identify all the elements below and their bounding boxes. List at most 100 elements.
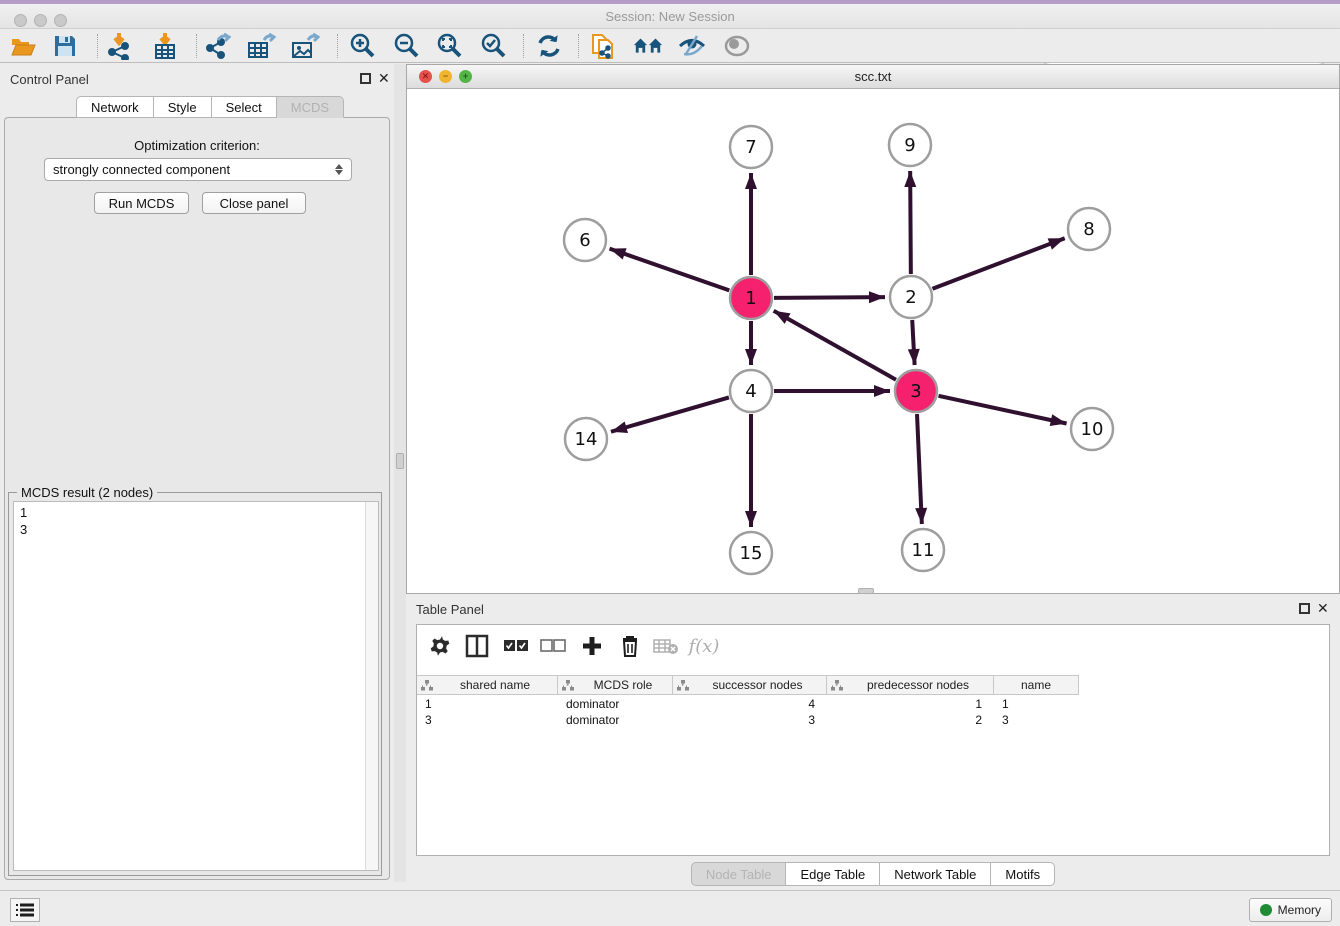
toolbar-separator bbox=[523, 34, 524, 58]
cell-shared-name[interactable]: 1 bbox=[417, 696, 558, 712]
graph-node-1[interactable]: 1 bbox=[730, 277, 772, 319]
open-session-icon[interactable] bbox=[8, 32, 38, 60]
trash-icon[interactable] bbox=[615, 631, 645, 661]
tab-network-table[interactable]: Network Table bbox=[880, 862, 991, 886]
column-header-successor-nodes[interactable]: successor nodes bbox=[673, 676, 827, 694]
graph-edge-3-11[interactable] bbox=[917, 414, 922, 524]
cell-name[interactable]: 3 bbox=[994, 712, 1079, 728]
float-table-panel-icon[interactable] bbox=[1299, 603, 1310, 614]
minimize-network-icon[interactable]: − bbox=[439, 70, 452, 83]
svg-text:4: 4 bbox=[745, 381, 756, 402]
close-panel-icon[interactable]: ✕ bbox=[378, 70, 390, 87]
graph-node-7[interactable]: 7 bbox=[730, 126, 772, 168]
tab-network[interactable]: Network bbox=[76, 96, 154, 118]
graph-node-8[interactable]: 8 bbox=[1068, 208, 1110, 250]
graph-edge-1-2[interactable] bbox=[774, 297, 885, 298]
tab-select[interactable]: Select bbox=[212, 96, 277, 118]
table-toolbar: f(x) bbox=[417, 625, 1329, 667]
graph-edge-3-10[interactable] bbox=[938, 396, 1066, 424]
float-panel-icon[interactable] bbox=[360, 73, 371, 84]
maximize-network-icon[interactable]: + bbox=[459, 70, 472, 83]
export-network-icon[interactable] bbox=[203, 32, 233, 60]
deselect-all-icon[interactable] bbox=[538, 631, 568, 661]
horizontal-divider-grip[interactable] bbox=[858, 588, 874, 594]
gear-icon[interactable] bbox=[425, 631, 455, 661]
close-table-panel-icon[interactable]: ✕ bbox=[1317, 600, 1329, 617]
column-header-predecessor-nodes[interactable]: predecessor nodes bbox=[827, 676, 994, 694]
cell-MCDS-role[interactable]: dominator bbox=[558, 712, 673, 728]
export-table-icon[interactable] bbox=[246, 32, 276, 60]
graph-node-2[interactable]: 2 bbox=[890, 276, 932, 318]
delete-table-icon bbox=[651, 631, 681, 661]
minimize-window-icon[interactable] bbox=[34, 14, 47, 27]
cell-successor-nodes[interactable]: 3 bbox=[673, 712, 827, 728]
graph-edge-2-8[interactable] bbox=[932, 238, 1064, 289]
save-session-icon[interactable] bbox=[50, 32, 80, 60]
network-graph: 7 9 6 8 1 2 4 3 14 10 15 11 bbox=[407, 89, 1339, 593]
graph-node-10[interactable]: 10 bbox=[1071, 408, 1113, 450]
columns-icon[interactable] bbox=[462, 631, 492, 661]
graph-node-15[interactable]: 15 bbox=[730, 532, 772, 574]
graph-edge-2-9[interactable] bbox=[910, 171, 911, 274]
tab-mcds[interactable]: MCDS bbox=[277, 96, 344, 118]
import-network-icon[interactable] bbox=[104, 32, 134, 60]
column-header-MCDS-role[interactable]: MCDS role bbox=[558, 676, 673, 694]
zoom-fit-icon[interactable] bbox=[434, 32, 464, 60]
add-icon[interactable] bbox=[577, 631, 607, 661]
memory-button[interactable]: Memory bbox=[1249, 898, 1332, 922]
tab-motifs[interactable]: Motifs bbox=[991, 862, 1055, 886]
zoom-window-icon[interactable] bbox=[54, 14, 67, 27]
apply-layout-icon[interactable] bbox=[534, 32, 564, 60]
vertical-split-divider[interactable] bbox=[394, 64, 406, 882]
column-header-shared-name[interactable]: shared name bbox=[417, 676, 558, 694]
task-history-button[interactable] bbox=[10, 898, 40, 922]
graph-node-6[interactable]: 6 bbox=[564, 219, 606, 261]
hide-selected-icon[interactable] bbox=[677, 32, 707, 60]
first-neighbors-icon[interactable] bbox=[633, 32, 663, 60]
memory-status-icon bbox=[1260, 904, 1272, 916]
graph-edge-1-6[interactable] bbox=[610, 249, 730, 291]
mcds-result-box[interactable]: 1 3 bbox=[13, 501, 379, 871]
mcds-result-scrollbar[interactable] bbox=[365, 502, 378, 870]
table-row[interactable]: 3dominator323 bbox=[417, 712, 1079, 728]
duplicate-network-icon[interactable] bbox=[589, 32, 619, 60]
toolbar-separator bbox=[196, 34, 197, 58]
cell-name[interactable]: 1 bbox=[994, 696, 1079, 712]
close-panel-button[interactable]: Close panel bbox=[202, 192, 306, 214]
cell-predecessor-nodes[interactable]: 2 bbox=[827, 712, 994, 728]
tab-style[interactable]: Style bbox=[154, 96, 212, 118]
graph-node-4[interactable]: 4 bbox=[730, 370, 772, 412]
network-canvas[interactable]: 7 9 6 8 1 2 4 3 14 10 15 11 bbox=[407, 89, 1339, 593]
close-network-icon[interactable]: ✕ bbox=[419, 70, 432, 83]
table-row[interactable]: 1dominator411 bbox=[417, 696, 1079, 712]
zoom-out-icon[interactable] bbox=[391, 32, 421, 60]
criterion-dropdown[interactable]: strongly connected component bbox=[44, 158, 352, 181]
cell-predecessor-nodes[interactable]: 1 bbox=[827, 696, 994, 712]
cell-MCDS-role[interactable]: dominator bbox=[558, 696, 673, 712]
graph-edge-4-14[interactable] bbox=[611, 397, 729, 431]
export-image-icon[interactable] bbox=[290, 32, 320, 60]
graph-edge-2-3[interactable] bbox=[912, 320, 914, 365]
graph-node-3[interactable]: 3 bbox=[895, 370, 937, 412]
tab-edge-table[interactable]: Edge Table bbox=[786, 862, 880, 886]
graph-node-9[interactable]: 9 bbox=[889, 124, 931, 166]
graph-edge-3-1[interactable] bbox=[774, 311, 896, 380]
svg-text:7: 7 bbox=[745, 137, 756, 158]
svg-text:3: 3 bbox=[910, 381, 921, 402]
select-all-icon[interactable] bbox=[501, 631, 531, 661]
graph-node-14[interactable]: 14 bbox=[565, 418, 607, 460]
import-table-icon[interactable] bbox=[150, 32, 180, 60]
cell-shared-name[interactable]: 3 bbox=[417, 712, 558, 728]
zoom-selected-icon[interactable] bbox=[478, 32, 508, 60]
network-window-titlebar[interactable]: ✕ − + scc.txt bbox=[407, 65, 1339, 89]
tab-node-table[interactable]: Node Table bbox=[691, 862, 787, 886]
graph-node-11[interactable]: 11 bbox=[902, 529, 944, 571]
column-header-name[interactable]: name bbox=[994, 676, 1079, 694]
zoom-in-icon[interactable] bbox=[347, 32, 377, 60]
close-window-icon[interactable] bbox=[14, 14, 27, 27]
divider-grip[interactable] bbox=[396, 453, 404, 469]
app-window: Session: New Session bbox=[0, 0, 1340, 926]
run-mcds-button[interactable]: Run MCDS bbox=[94, 192, 189, 214]
cell-successor-nodes[interactable]: 4 bbox=[673, 696, 827, 712]
show-all-icon[interactable] bbox=[722, 32, 752, 60]
